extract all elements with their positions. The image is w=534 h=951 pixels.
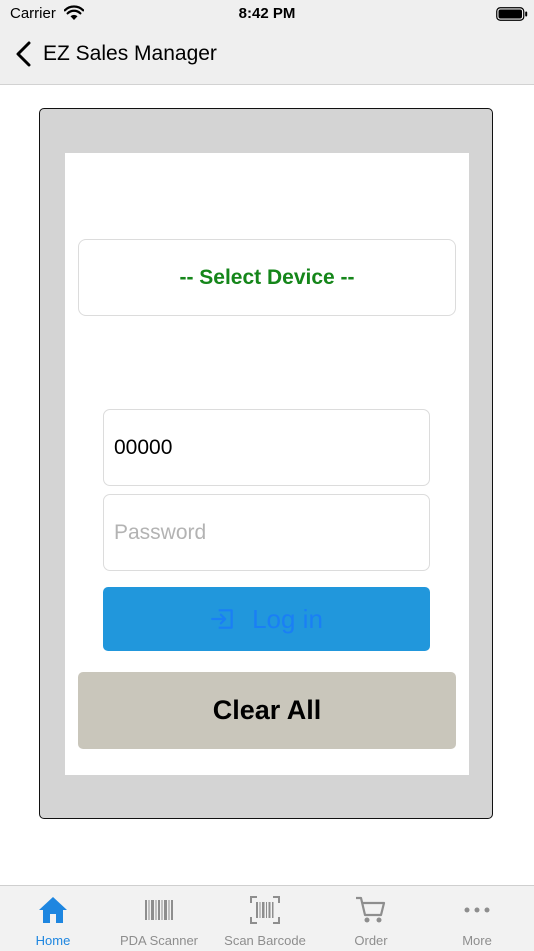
tab-label: PDA Scanner [119,933,199,948]
clear-all-button[interactable]: Clear All [78,672,456,749]
cart-icon [356,896,386,923]
login-button[interactable]: Log in [103,587,430,651]
home-icon [39,897,67,923]
barcode-icon [145,900,173,920]
clear-all-label: Clear All [212,695,322,725]
tab-scan-barcode[interactable]: Scan Barcode [212,886,318,951]
status-time: 8:42 PM [238,5,296,22]
login-icon [211,609,233,629]
tab-label: Scan Barcode [224,933,306,948]
back-chevron-icon[interactable] [14,41,34,67]
tab-more[interactable]: More [424,886,530,951]
tab-pda-scanner[interactable]: PDA Scanner [106,886,212,951]
nav-title: EZ Sales Manager [43,42,217,65]
tab-bar: Home PDA Scanner Scan Barcode Order More [0,885,534,951]
username-field[interactable] [103,409,430,486]
tab-home[interactable]: Home [0,886,106,951]
select-device-button[interactable]: -- Select Device -- [78,239,456,316]
tab-order[interactable]: Order [318,886,424,951]
more-icon [464,907,490,913]
battery-icon [496,7,528,21]
password-field[interactable] [103,494,430,571]
tab-label: Order [354,933,388,948]
barcode-scan-icon [250,896,280,924]
login-label: Log in [252,603,323,634]
select-device-label: -- Select Device -- [179,265,355,289]
tab-label: More [462,933,492,948]
tab-label: Home [35,933,71,948]
